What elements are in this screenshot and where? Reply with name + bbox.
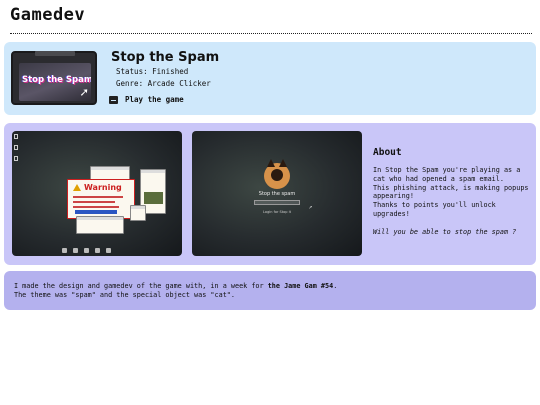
- warning-triangle-icon: [73, 184, 81, 191]
- game-cartridge-image: Stop the Spam ➚: [11, 51, 97, 105]
- warning-popup: Warning: [67, 179, 135, 219]
- about-line: In Stop the Spam you're playing as a: [373, 166, 521, 174]
- game-card: Stop the Spam ➚ Stop the Spam Status: Fi…: [4, 42, 536, 115]
- game-genre: Genre: Arcade Clicker: [116, 79, 211, 88]
- cartridge-notch: [35, 51, 75, 56]
- desktop-icons: [14, 134, 19, 167]
- login-hint: Login for Stop it: [263, 210, 291, 214]
- about-line: upgrades!: [373, 209, 410, 218]
- about-line: This phishing attack, is making popups: [373, 183, 529, 192]
- warning-title: Warning: [84, 183, 122, 192]
- credits-text: I made the design and gamedev of the gam…: [14, 282, 268, 290]
- title-divider: [10, 33, 532, 34]
- popup-window: [130, 205, 146, 221]
- warning-button: [75, 210, 117, 214]
- game-status: Status: Finished: [116, 67, 189, 76]
- login-field: [254, 200, 300, 205]
- mouse-cursor-icon: ➚: [80, 86, 88, 101]
- cartridge-label: Stop the Spam ➚: [19, 63, 91, 101]
- about-line: Thanks to points you'll unlock: [373, 201, 496, 210]
- game-title: Stop the Spam: [111, 50, 220, 65]
- about-description: In Stop the Spam you're playing as a cat…: [373, 166, 535, 236]
- play-game-link[interactable]: Play the game: [109, 95, 184, 104]
- cat-avatar-icon: [264, 159, 290, 189]
- play-game-label: Play the game: [125, 95, 184, 104]
- popup-window: [76, 216, 124, 234]
- screenshot-login[interactable]: Stop the spam Login for Stop it ➚: [192, 131, 362, 256]
- about-heading: About: [373, 147, 402, 158]
- credits-card: I made the design and gamedev of the gam…: [4, 271, 536, 310]
- credits-line-1: I made the design and gamedev of the gam…: [14, 282, 337, 290]
- login-title: Stop the spam: [258, 191, 296, 197]
- about-line: appearing!: [373, 192, 414, 201]
- credits-text: .: [333, 282, 338, 290]
- credits-line-2: The theme was "spam" and the special obj…: [14, 291, 235, 299]
- about-card: Warning Stop the spam Login for Stop it …: [4, 123, 536, 265]
- taskbar: [62, 248, 111, 253]
- gamepad-icon: [109, 95, 118, 104]
- about-question: Will you be able to stop the spam ?: [373, 227, 517, 236]
- screenshot-popups[interactable]: Warning: [12, 131, 182, 256]
- jam-name: the Jame Gam #54: [267, 282, 334, 290]
- page-title: Gamedev: [10, 5, 86, 25]
- cartridge-label-text: Stop the Spam: [22, 75, 91, 85]
- about-line: cat who had opened a spam email.: [373, 174, 504, 183]
- mouse-cursor-icon: ➚: [309, 205, 313, 211]
